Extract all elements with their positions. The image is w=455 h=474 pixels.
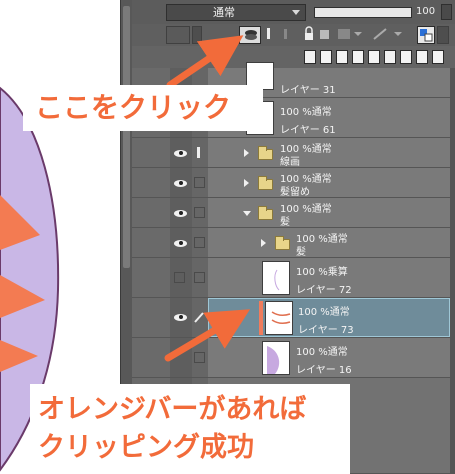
layer-name: 線画 <box>280 157 300 168</box>
reference-layer-icon[interactable] <box>263 26 275 44</box>
layer-color-dropdown[interactable] <box>192 26 202 44</box>
layer-folder-row[interactable]: 100 %通常 髪 <box>132 228 450 258</box>
eye-icon[interactable] <box>174 179 188 188</box>
layer-name: レイヤー 73 <box>298 325 354 336</box>
layer-command-toolbar <box>132 46 455 68</box>
ruler-icon[interactable] <box>370 26 410 44</box>
lock-icon[interactable] <box>302 26 316 44</box>
layer-row[interactable]: 100 %乗算 レイヤー 72 <box>132 258 450 298</box>
lock-checkbox[interactable] <box>194 207 205 218</box>
layer-name: 髪 <box>280 217 290 228</box>
layer-name: レイヤー 31 <box>280 85 336 96</box>
chevron-right-icon[interactable] <box>244 179 249 187</box>
layer-blend-label: 100 %乗算 <box>296 267 348 278</box>
layer-color-swatch[interactable] <box>417 26 435 44</box>
layer-name: 髪 <box>296 247 306 258</box>
draft-layer-icon[interactable] <box>280 26 292 44</box>
chevron-down-icon <box>292 10 300 15</box>
blend-mode-value: 通常 <box>213 6 235 19</box>
new-raster-layer-icon[interactable] <box>304 50 316 64</box>
layer-thumbnail <box>265 301 293 335</box>
lock-checkbox[interactable] <box>194 352 205 363</box>
pen-icon <box>194 145 204 159</box>
opacity-value: 100 <box>416 6 436 17</box>
eye-icon[interactable] <box>174 239 188 248</box>
layer-name: 髪留め <box>280 187 310 198</box>
new-vector-layer-icon[interactable] <box>320 50 332 64</box>
layer-property-toolbar <box>132 24 455 46</box>
trash-icon[interactable] <box>432 50 444 64</box>
merge-down-icon[interactable] <box>368 50 380 64</box>
folder-open-icon <box>258 206 273 220</box>
callout-line2: クリッピング成功 <box>38 432 254 463</box>
clipping-icon[interactable] <box>239 26 261 44</box>
opacity-spinner[interactable] <box>441 4 452 20</box>
blend-opacity-row: 通常 100 <box>132 0 455 24</box>
eye-icon[interactable] <box>174 149 188 158</box>
lock-checkbox[interactable] <box>194 272 205 283</box>
callout-click-here: ここをクリック <box>23 85 263 131</box>
opacity-slider[interactable] <box>314 7 412 18</box>
layer-name: レイヤー 72 <box>296 285 352 296</box>
mask-create-icon[interactable] <box>416 50 428 64</box>
layer-thumbnail <box>262 261 290 295</box>
eye-icon[interactable] <box>174 209 188 218</box>
eye-icon[interactable] <box>174 313 188 322</box>
layer-blend-label: 100 %通常 <box>280 107 332 118</box>
layer-blend-label: 100 %通常 <box>296 347 348 358</box>
layer-color-button[interactable] <box>166 26 190 44</box>
chevron-right-icon[interactable] <box>261 239 266 247</box>
layer-color-menu[interactable] <box>437 26 449 44</box>
visibility-checkbox[interactable] <box>174 272 185 283</box>
layer-thumbnail <box>262 341 290 375</box>
merge-visible-icon[interactable] <box>384 50 396 64</box>
combine-icon[interactable] <box>400 50 412 64</box>
lock-checkbox[interactable] <box>194 177 205 188</box>
layer-name: レイヤー 61 <box>280 125 336 136</box>
layer-row-selected[interactable]: 100 %通常 レイヤー 73 <box>132 298 450 338</box>
pen-icon <box>193 309 205 323</box>
layer-name: レイヤー 16 <box>296 365 352 376</box>
folder-icon <box>258 176 273 190</box>
scrollbar-thumb[interactable] <box>123 6 130 268</box>
clipping-indicator-bar <box>259 301 263 335</box>
copy-layer-icon[interactable] <box>352 50 364 64</box>
chevron-down-icon[interactable] <box>243 211 251 216</box>
new-folder-icon[interactable] <box>336 50 348 64</box>
opacity-slider-fill <box>315 8 411 17</box>
folder-icon <box>275 236 290 250</box>
layer-folder-row[interactable]: 100 %通常 髪 <box>132 198 450 228</box>
blend-mode-select[interactable]: 通常 <box>166 4 306 21</box>
callout-clipping-success: オレンジバーがあれば クリッピング成功 <box>30 384 350 474</box>
layer-folder-row[interactable]: 100 %通常 線画 <box>132 138 450 168</box>
layer-blend-label: 100 %通常 <box>298 307 350 318</box>
callout-line1: オレンジバーがあれば <box>38 394 307 425</box>
chevron-right-icon[interactable] <box>244 149 249 157</box>
lock-checkbox[interactable] <box>194 237 205 248</box>
layer-list-scrollbar[interactable] <box>450 68 455 474</box>
layer-folder-row[interactable]: 100 %通常 髪留め <box>132 168 450 198</box>
lock-transparent-icon[interactable] <box>318 26 332 44</box>
mask-icon[interactable] <box>336 26 364 44</box>
layer-row[interactable]: 100 %通常 レイヤー 16 <box>132 338 450 378</box>
folder-icon <box>258 146 273 160</box>
